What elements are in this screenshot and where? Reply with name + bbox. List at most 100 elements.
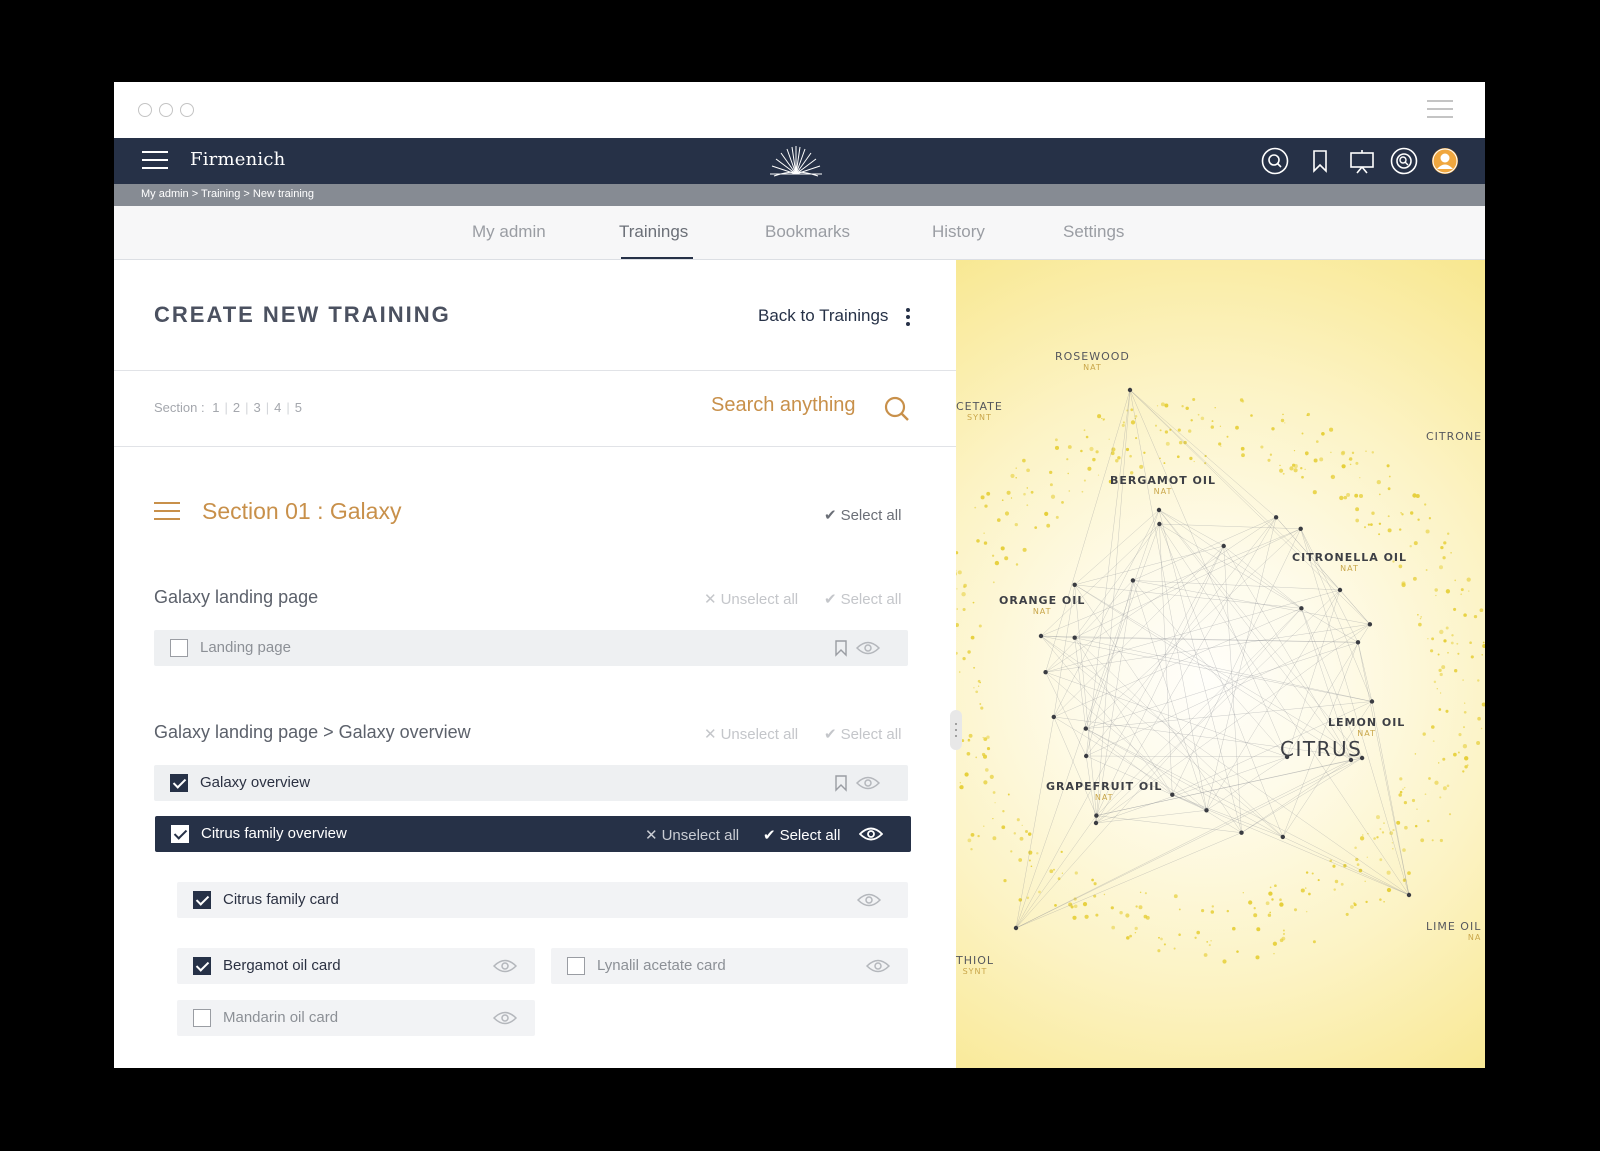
galaxy-link	[1045, 389, 1131, 673]
search-icon[interactable]	[884, 396, 910, 422]
galaxy-dust	[1163, 943, 1166, 946]
section-nav-3[interactable]: 3	[253, 400, 260, 415]
eye-icon[interactable]	[493, 1010, 517, 1026]
bookmark-icon[interactable]	[834, 774, 848, 792]
window-control-minimize[interactable]	[159, 103, 173, 117]
checkbox[interactable]	[171, 825, 189, 843]
target-icon[interactable]	[1390, 147, 1418, 175]
galaxy-dust	[1189, 456, 1193, 461]
list-item-bergamot-oil-card[interactable]: Bergamot oil card	[177, 948, 535, 984]
list-item-mandarin-oil-card[interactable]: Mandarin oil card	[177, 1000, 535, 1036]
galaxy-link	[1015, 509, 1160, 929]
eye-icon[interactable]	[856, 640, 880, 656]
section-nav-5[interactable]: 5	[295, 400, 302, 415]
galaxy-dust	[1004, 511, 1010, 516]
galaxy-dust	[992, 791, 996, 794]
tab-history[interactable]: History	[932, 222, 985, 242]
browser-menu-icon[interactable]	[1427, 100, 1453, 120]
select-all-button[interactable]: ✔ Select all	[763, 826, 840, 844]
galaxy-dust	[1399, 790, 1403, 794]
select-all-button[interactable]: ✔ Select all	[824, 590, 901, 608]
section-select-all-button[interactable]: ✔ Select all	[824, 506, 901, 524]
user-avatar-icon[interactable]	[1431, 147, 1459, 175]
galaxy-node-label[interactable]: THIOL SYNT	[956, 954, 994, 976]
close-icon: ✕	[704, 591, 717, 608]
unselect-all-button[interactable]: ✕ Unselect all	[704, 590, 798, 608]
eye-icon[interactable]	[856, 775, 880, 791]
eye-icon[interactable]	[866, 958, 890, 974]
checkbox[interactable]	[193, 1009, 211, 1027]
list-item-lynalil-acetate-card[interactable]: Lynalil acetate card	[551, 948, 908, 984]
galaxy-dust	[978, 624, 982, 628]
galaxy-dust	[1279, 898, 1282, 902]
galaxy-dust	[1176, 455, 1180, 459]
list-item-citrus-family-overview[interactable]: Citrus family overview ✕ Unselect all ✔ Se…	[155, 816, 911, 852]
galaxy-dust	[974, 506, 977, 509]
tab-my-admin[interactable]: My admin	[472, 222, 546, 242]
galaxy-dust	[1447, 651, 1449, 654]
galaxy-dust	[1139, 464, 1144, 469]
list-item-landing-page[interactable]: Landing page	[154, 630, 908, 666]
main-menu-icon[interactable]	[142, 151, 168, 171]
galaxy-center-label[interactable]: CITRUS	[1280, 737, 1362, 761]
galaxy-dust	[1443, 541, 1447, 545]
galaxy-dust	[1289, 466, 1294, 471]
galaxy-dust	[1401, 513, 1404, 516]
section-nav-1[interactable]: 1	[212, 400, 219, 415]
galaxy-node-label[interactable]: LEMON OIL NAT	[1328, 716, 1405, 738]
galaxy-dust	[1448, 813, 1452, 816]
panel-resize-handle[interactable]	[950, 710, 962, 750]
galaxy-link	[1223, 545, 1302, 609]
list-item-citrus-family-card[interactable]: Citrus family card	[177, 882, 908, 918]
unselect-all-button[interactable]: ✕ Unselect all	[704, 725, 798, 743]
select-all-button[interactable]: ✔ Select all	[824, 725, 901, 743]
kebab-menu-icon[interactable]	[906, 308, 910, 326]
galaxy-dust	[1431, 637, 1435, 641]
section-nav-4[interactable]: 4	[274, 400, 281, 415]
presentation-icon[interactable]	[1348, 147, 1376, 175]
galaxy-node-label[interactable]: ORANGE OIL NAT	[999, 594, 1085, 616]
breadcrumb-text[interactable]: My admin > Training > New training	[141, 188, 314, 200]
tab-settings[interactable]: Settings	[1063, 222, 1124, 242]
galaxy-node-label[interactable]: CITRONELLA OIL NAT	[1292, 551, 1407, 573]
list-item-galaxy-overview[interactable]: Galaxy overview	[154, 765, 908, 801]
galaxy-preview-panel[interactable]	[956, 260, 1485, 1068]
galaxy-link	[1159, 523, 1283, 837]
galaxy-node-label[interactable]: ROSEWOOD NAT	[1055, 350, 1130, 372]
galaxy-link	[1074, 584, 1352, 761]
eye-icon[interactable]	[857, 892, 881, 908]
back-to-trainings-link[interactable]: Back to Trainings	[758, 306, 888, 326]
checkbox[interactable]	[193, 957, 211, 975]
eye-icon[interactable]	[859, 826, 883, 842]
unselect-all-button[interactable]: ✕ Unselect all	[645, 826, 739, 844]
galaxy-node-label[interactable]: CETATE SYNT	[956, 400, 1003, 422]
firmenich-logo[interactable]: Firmenich	[190, 149, 285, 170]
section-nav-2[interactable]: 2	[233, 400, 240, 415]
galaxy-dust	[1386, 464, 1390, 468]
tab-bookmarks[interactable]: Bookmarks	[765, 222, 850, 242]
galaxy-constellation[interactable]	[956, 260, 1485, 1068]
section-menu-icon[interactable]	[154, 502, 180, 522]
check-icon: ✔	[763, 827, 776, 844]
eye-icon[interactable]	[493, 958, 517, 974]
page-title: CREATE NEW TRAINING	[154, 302, 451, 327]
checkbox[interactable]	[193, 891, 211, 909]
window-control-maximize[interactable]	[180, 103, 194, 117]
galaxy-node-label[interactable]: LIME OIL NA	[1426, 920, 1481, 942]
window-control-close[interactable]	[138, 103, 152, 117]
galaxy-node-label[interactable]: CITRONE	[1426, 430, 1482, 443]
checkbox[interactable]	[170, 639, 188, 657]
galaxy-node-label[interactable]: BERGAMOT OIL NAT	[1110, 474, 1216, 496]
galaxy-dust	[1425, 569, 1428, 571]
tab-trainings[interactable]: Trainings	[619, 222, 688, 242]
search-input[interactable]: Search anything	[711, 394, 856, 417]
checkbox[interactable]	[170, 774, 188, 792]
checkbox[interactable]	[567, 957, 585, 975]
search-icon[interactable]	[1261, 147, 1289, 175]
bookmark-icon[interactable]	[1306, 147, 1334, 175]
galaxy-node	[1038, 633, 1044, 639]
bookmark-icon[interactable]	[834, 639, 848, 657]
galaxy-node-label[interactable]: GRAPEFRUIT OIL NAT	[1046, 780, 1162, 802]
galaxy-dust	[1364, 880, 1366, 883]
sunburst-emblem-icon	[770, 146, 822, 177]
